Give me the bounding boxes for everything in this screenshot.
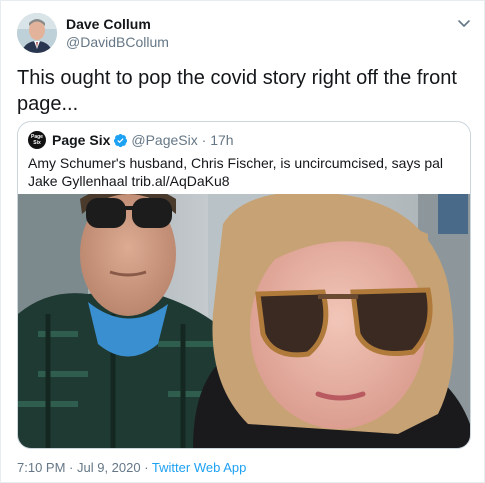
author-avatar[interactable] <box>17 13 57 53</box>
footer-separator: · <box>65 460 77 475</box>
tweet-date[interactable]: Jul 9, 2020 <box>77 460 141 475</box>
footer-separator: · <box>140 460 152 475</box>
tweet-card: Dave Collum @DavidBCollum This ought to … <box>0 0 485 483</box>
quoted-separator: · <box>197 132 211 148</box>
quoted-name[interactable]: Page Six <box>52 132 110 148</box>
author-name[interactable]: Dave Collum <box>66 16 151 32</box>
author-avatar-photo <box>17 13 57 53</box>
chevron-down-icon[interactable] <box>456 15 472 31</box>
author-handle[interactable]: @DavidBCollum <box>66 34 169 50</box>
verified-badge-icon <box>114 133 128 148</box>
source-app-link[interactable]: Twitter Web App <box>152 460 246 475</box>
quoted-text: Amy Schumer's husband, Chris Fischer, is… <box>28 155 444 189</box>
tweet-time[interactable]: 7:10 PM <box>17 460 65 475</box>
quoted-tweet[interactable]: Page Six Page Six @PageSix · 17h Amy Schu… <box>17 121 471 449</box>
quoted-time[interactable]: 17h <box>210 132 233 148</box>
tweet-text: This ought to pop the covid story right … <box>17 67 457 115</box>
quoted-handle[interactable]: @PageSix <box>131 132 197 148</box>
tweet-footer: 7:10 PM · Jul 9, 2020 · Twitter Web App <box>17 460 246 475</box>
quoted-header: Page Six @PageSix · 17h <box>52 131 234 149</box>
quoted-avatar[interactable]: Page Six <box>28 131 46 149</box>
quoted-media-photo[interactable] <box>18 194 470 448</box>
